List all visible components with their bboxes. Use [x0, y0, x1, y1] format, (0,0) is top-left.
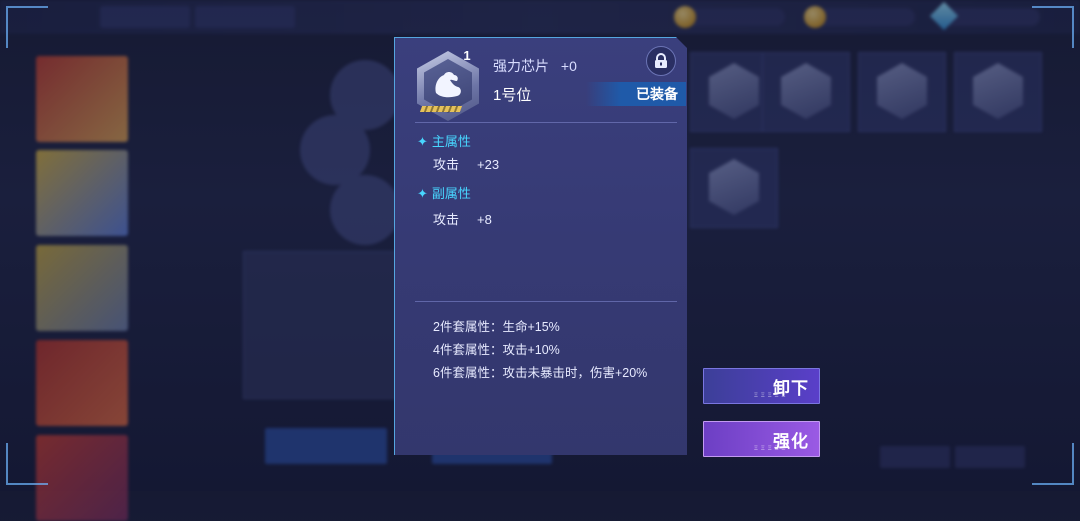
chip-rarity-bar: [419, 106, 463, 112]
lock-icon: [655, 53, 667, 68]
home-tab: [100, 6, 190, 28]
chip-detail-popup: 1 强力芯片 +0 1号位 已装备 ✦ 主属性 攻击 +23 ✦ 副属性 攻击 +8 2…: [394, 37, 687, 455]
chip-name: 强力芯片 +0: [493, 56, 577, 76]
chip-enhance-level: +0: [560, 58, 577, 74]
sub-stat-name: 攻击: [433, 212, 460, 227]
main-attr-stat: 攻击 +23: [433, 154, 499, 173]
chip-inventory-slot: [954, 52, 1042, 132]
chip-slot-ring: [330, 175, 400, 245]
gold-counter: [674, 6, 785, 28]
button-decor-text: ΞΞΞΞΞ: [754, 446, 789, 452]
frame-corner: [1032, 6, 1074, 48]
unload-button[interactable]: 卸下 ΞΞΞΞΞ: [703, 368, 820, 404]
coin-icon: [674, 6, 696, 28]
divider: [415, 301, 677, 302]
set-bonus-line: 6件套属性：攻击未暴击时，伤害+20%: [433, 366, 648, 380]
enhance-button[interactable]: 强化 ΞΞΞΞΞ: [703, 421, 820, 457]
frame-corner: [1032, 443, 1074, 485]
hero-portrait: [36, 150, 128, 236]
bg-button: [955, 446, 1025, 468]
chip-tab: [195, 6, 295, 28]
top-bar: [0, 0, 1080, 34]
sub-attr-stat: 攻击 +8: [433, 209, 492, 228]
chip-slot-label: 1号位: [493, 87, 532, 104]
lock-button[interactable]: [646, 46, 676, 76]
token-icon: [804, 6, 826, 28]
sub-stat-value: +8: [477, 212, 492, 227]
main-stat-value: +23: [477, 157, 500, 172]
sub-attr-title-text: 副属性: [431, 186, 471, 201]
frame-corner: [6, 6, 48, 48]
main-attr-title-text: 主属性: [431, 134, 471, 149]
four-point-star-icon: ✦: [417, 186, 428, 201]
chip-level-badge: 1: [463, 48, 471, 63]
equipped-status-tag: 已装备: [586, 82, 686, 106]
token-counter: [804, 6, 915, 28]
four-point-star-icon: ✦: [417, 134, 428, 149]
hero-portrait: [36, 435, 128, 521]
set-bonus-line: 2件套属性：生命+15%: [433, 320, 560, 334]
gem-icon: [929, 1, 959, 31]
main-attr-title: ✦ 主属性: [417, 131, 471, 150]
gem-counter: [929, 1, 1040, 31]
chip-inventory-slot: [690, 148, 778, 228]
hero-portrait: [36, 245, 128, 331]
hero-portrait: [36, 56, 128, 142]
set-bonus-line: 4件套属性：攻击+10%: [433, 343, 560, 357]
frame-corner: [6, 443, 48, 485]
bg-button: [265, 428, 387, 464]
chip-inventory-slot: [858, 52, 946, 132]
chip-name-text: 强力芯片: [493, 58, 549, 74]
main-stat-name: 攻击: [433, 157, 460, 172]
chip-inventory-slot: [762, 52, 850, 132]
bg-button: [880, 446, 950, 468]
sub-attr-title: ✦ 副属性: [417, 183, 471, 202]
hero-portrait: [36, 340, 128, 426]
button-decor-text: ΞΞΞΞΞ: [754, 393, 789, 399]
divider: [415, 122, 677, 123]
